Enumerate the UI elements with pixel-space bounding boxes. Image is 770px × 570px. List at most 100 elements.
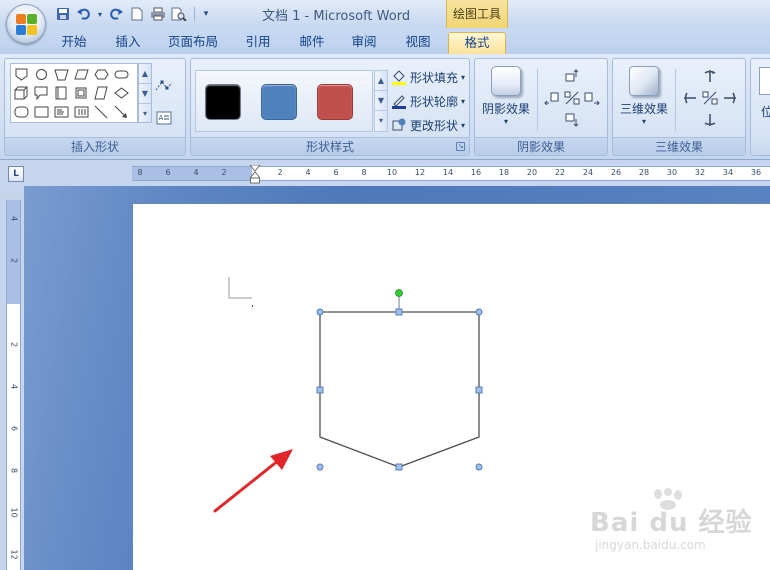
paint-bucket-icon <box>391 69 407 85</box>
save-icon[interactable] <box>54 5 72 23</box>
rectangle-shape-icon-2[interactable] <box>33 104 49 120</box>
change-shape-icon <box>391 117 407 133</box>
tilt-down-icon[interactable] <box>701 111 719 129</box>
ruler-number: 2 <box>277 168 283 177</box>
nudge-shadow-down-icon[interactable] <box>563 111 581 129</box>
indent-marker-icon[interactable] <box>250 165 260 184</box>
cube-shape-icon[interactable] <box>13 85 29 101</box>
tab-home[interactable]: 开始 <box>52 32 96 54</box>
new-document-icon[interactable] <box>128 5 146 23</box>
print-preview-icon[interactable] <box>170 5 188 23</box>
style-gallery-scroll[interactable]: ▲ ▼ ▾ <box>374 70 388 132</box>
shape-fill-label: 形状填充 <box>410 70 459 85</box>
print-icon[interactable] <box>149 5 167 23</box>
tab-references[interactable]: 引用 <box>236 32 280 54</box>
tab-view[interactable]: 视图 <box>396 32 440 54</box>
dropdown-arrow-icon: ▾ <box>461 96 466 106</box>
resize-handle-bottom[interactable] <box>395 463 403 471</box>
diamond-shape-icon[interactable] <box>113 85 129 101</box>
parallelogram-shape-icon[interactable] <box>73 66 89 82</box>
style-up-icon[interactable]: ▲ <box>375 71 387 91</box>
style-swatch-blue[interactable] <box>261 84 297 120</box>
position-button[interactable]: 位 <box>761 103 770 120</box>
group-label-shape-styles: 形状样式 <box>191 137 469 155</box>
tilt-right-icon[interactable] <box>721 89 739 107</box>
text-box-button-icon[interactable]: A <box>155 109 173 127</box>
group-label-shadow-effects: 阴影效果 <box>475 137 607 155</box>
vertical-text-box-shape-icon[interactable] <box>73 104 89 120</box>
annotation-arrow-line <box>213 458 281 513</box>
ruler-number: 28 <box>638 168 650 177</box>
ruler-number: 10 <box>386 168 398 177</box>
arrow-shape-icon[interactable] <box>113 104 129 120</box>
callout-shape-icon[interactable] <box>33 85 49 101</box>
selected-pentagon-shape[interactable] <box>319 311 480 468</box>
change-shape-button[interactable]: 更改形状 ▾ <box>391 115 465 135</box>
rectangle-shape-icon[interactable] <box>53 85 69 101</box>
ruler-number: 2 <box>221 168 227 177</box>
gallery-more-icon[interactable]: ▾ <box>139 104 151 124</box>
window-title: 文档 1 - Microsoft Word <box>262 9 411 24</box>
tilt-up-icon[interactable] <box>701 67 719 85</box>
ruler-number: 10 <box>9 507 19 518</box>
tab-mailings[interactable]: 邮件 <box>290 32 334 54</box>
nudge-shadow-up-icon[interactable] <box>563 67 581 85</box>
resize-handle-bottom-right[interactable] <box>475 463 483 471</box>
office-logo-icon <box>16 14 37 35</box>
resize-handle-bottom-left[interactable] <box>316 463 324 471</box>
rotation-handle[interactable] <box>395 289 403 297</box>
shadow-toggle-icon[interactable] <box>563 89 581 107</box>
trapezoid-shape-icon[interactable] <box>53 66 69 82</box>
shapes-gallery-scroll[interactable]: ▲ ▼ ▾ <box>138 63 152 123</box>
undo-icon[interactable] <box>75 5 93 23</box>
tab-review[interactable]: 审阅 <box>342 32 386 54</box>
dialog-launcher-icon[interactable]: ↘ <box>456 142 465 151</box>
3d-effects-button[interactable]: 三维效果 ▾ <box>615 62 673 132</box>
horizontal-ruler[interactable]: 8 6 4 2 2 4 6 8 10 12 14 16 18 20 22 24 26 28 30 32 34 36 <box>132 165 770 184</box>
undo-dropdown-icon[interactable]: ▾ <box>96 5 104 23</box>
text-box-shape-icon[interactable] <box>53 104 69 120</box>
shape-fill-button[interactable]: 形状填充 ▾ <box>391 67 465 87</box>
tab-format[interactable]: 格式 <box>448 32 506 54</box>
shadow-effects-button[interactable]: 阴影效果 ▾ <box>477 62 535 132</box>
annotation-arrow-head-icon <box>270 449 293 470</box>
pentagon-shape-icon[interactable] <box>13 66 29 82</box>
style-down-icon[interactable]: ▼ <box>375 91 387 111</box>
customize-toolbar-icon[interactable]: ▾ <box>201 5 211 23</box>
style-swatch-red[interactable] <box>317 84 353 120</box>
resize-handle-top[interactable] <box>395 308 403 316</box>
ruler-number: 12 <box>414 168 426 177</box>
position-icon <box>759 67 770 95</box>
ruler-row: L 8 6 4 2 2 4 6 8 10 12 14 16 18 20 22 24 26 28 30 32 34 36 <box>0 161 770 185</box>
office-button[interactable] <box>6 4 46 44</box>
style-more-icon[interactable]: ▾ <box>375 111 387 131</box>
resize-handle-top-right[interactable] <box>475 308 483 316</box>
resize-handle-right[interactable] <box>475 386 483 394</box>
resize-handle-top-left[interactable] <box>316 308 324 316</box>
shape-outline-button[interactable]: 形状轮廓 ▾ <box>391 91 465 111</box>
tilt-left-icon[interactable] <box>681 89 699 107</box>
nudge-shadow-left-icon[interactable] <box>543 89 561 107</box>
tab-selector[interactable]: L <box>8 166 24 182</box>
ruler-number: 22 <box>554 168 566 177</box>
nudge-shadow-right-icon[interactable] <box>583 89 601 107</box>
tab-page-layout[interactable]: 页面布局 <box>162 32 224 54</box>
3d-toggle-icon[interactable] <box>701 89 719 107</box>
tab-insert[interactable]: 插入 <box>106 32 150 54</box>
ruler-number: 8 <box>361 168 367 177</box>
oval-shape-icon[interactable] <box>33 66 49 82</box>
redo-icon[interactable] <box>107 5 125 23</box>
line-shape-icon[interactable] <box>93 104 109 120</box>
rounded-rect-shape-icon-2[interactable] <box>13 104 29 120</box>
gallery-down-icon[interactable]: ▼ <box>139 84 151 104</box>
group-divider <box>675 69 676 131</box>
bracket-shape-icon[interactable] <box>73 85 89 101</box>
resize-handle-left[interactable] <box>316 386 324 394</box>
vertical-ruler[interactable]: 4 2 2 4 6 8 10 12 <box>6 200 21 570</box>
gallery-up-icon[interactable]: ▲ <box>139 64 151 84</box>
edit-points-icon[interactable] <box>155 77 173 95</box>
rounded-rect-shape-icon[interactable] <box>113 66 129 82</box>
style-swatch-black[interactable] <box>205 84 241 120</box>
hexagon-shape-icon[interactable] <box>93 66 109 82</box>
diagonal-shape-icon[interactable] <box>93 85 109 101</box>
